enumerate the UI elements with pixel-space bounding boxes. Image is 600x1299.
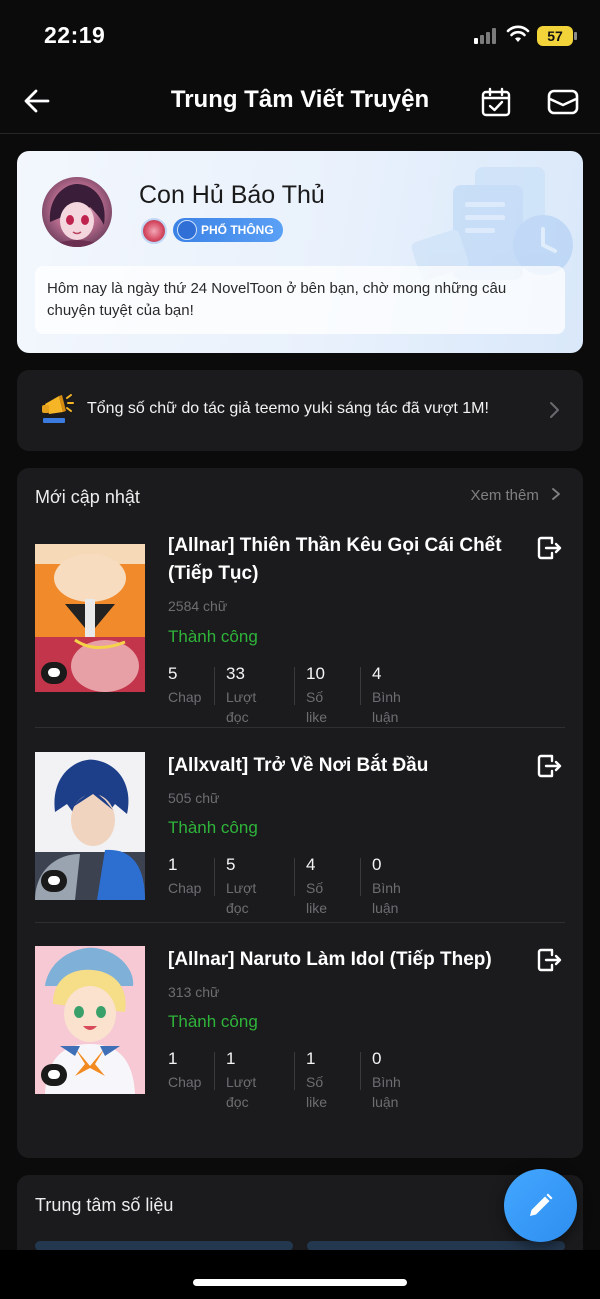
author-profile-card[interactable]: Con Hủ Báo Thủ PHỔ THÔNG Hôm nay là ngày… <box>17 151 583 353</box>
see-more-label: Xem thêm <box>470 487 539 504</box>
stat-divider <box>360 1052 361 1090</box>
pencil-icon <box>530 1193 553 1216</box>
story-cover-image[interactable] <box>35 544 145 692</box>
stat-value: 1 <box>226 1049 236 1068</box>
megaphone-icon <box>42 394 74 423</box>
stat-value: 1 <box>168 855 178 874</box>
nav-bar: Trung Tâm Viết Truyện <box>0 72 600 134</box>
stat-reads: 1 Lượt đọc <box>226 1048 256 1110</box>
stat-label: Chap <box>168 880 202 896</box>
stat-label: Lượt đọc <box>226 1074 257 1110</box>
story-word-count: 2584 chữ <box>168 598 228 614</box>
exit-door-icon[interactable] <box>535 534 563 562</box>
stat-label: Số like <box>306 880 328 916</box>
story-cover-image[interactable] <box>35 752 145 900</box>
stat-label: Lượt đọc <box>226 689 257 725</box>
level-badge-label: PHỔ THÔNG <box>201 223 274 237</box>
wifi-icon <box>506 25 530 42</box>
stat-label: Số like <box>306 1074 328 1110</box>
stat-label: Lượt đọc <box>226 880 257 916</box>
stat-label: Bình luận <box>372 1074 401 1110</box>
write-story-button[interactable] <box>504 1169 577 1242</box>
story-cover-image[interactable] <box>35 946 145 1094</box>
calendar-check-icon[interactable] <box>480 86 512 118</box>
bottom-safe-area <box>0 1250 600 1299</box>
announcement-banner[interactable]: Tổng số chữ do tác giả teemo yuki sáng t… <box>17 370 583 451</box>
stat-value: 0 <box>372 1049 382 1068</box>
stat-likes: 4 Số like <box>306 854 327 916</box>
stat-value: 4 <box>306 855 316 874</box>
stat-chapters: 1 Chap <box>168 1048 201 1092</box>
see-more-link[interactable]: Xem thêm <box>470 487 561 504</box>
stat-divider <box>294 858 295 896</box>
story-title[interactable]: [Allnar] Thiên Thần Kêu Gọi Cái Chết (Ti… <box>168 532 528 588</box>
status-time: 22:19 <box>44 22 106 48</box>
stat-label: Bình luận <box>372 689 401 725</box>
greeting-message: Hôm nay là ngày thứ 24 NovelToon ở bên b… <box>35 266 565 334</box>
stat-value: 4 <box>372 664 382 683</box>
stat-divider <box>360 667 361 705</box>
stat-divider <box>294 1052 295 1090</box>
story-word-count: 505 chữ <box>168 790 220 806</box>
author-name: Con Hủ Báo Thủ <box>139 181 325 209</box>
stat-value: 1 <box>306 1049 316 1068</box>
stat-value: 0 <box>372 855 382 874</box>
story-item[interactable]: [Allnar] Thiên Thần Kêu Gọi Cái Chết (Ti… <box>17 534 583 728</box>
author-medal-icon <box>141 218 167 244</box>
stat-chapters: 5 Chap <box>168 663 201 707</box>
level-badge: PHỔ THÔNG <box>173 218 283 242</box>
stat-likes: 1 Số like <box>306 1048 327 1110</box>
stat-divider <box>214 1052 215 1090</box>
story-item[interactable]: [Allxvalt] Trở Về Nơi Bắt Đầu 505 chữ Th… <box>17 752 583 944</box>
status-bar: 22:19 57 <box>0 0 600 72</box>
story-status: Thành công <box>168 818 258 837</box>
stat-divider <box>214 858 215 896</box>
divider <box>35 922 565 923</box>
stat-value: 5 <box>226 855 236 874</box>
battery-indicator: 57 <box>537 26 577 46</box>
avatar[interactable] <box>42 177 112 247</box>
chat-bubble-icon <box>41 1064 67 1086</box>
stat-comments: 0 Bình luận <box>372 1048 401 1110</box>
story-word-count: 313 chữ <box>168 984 220 1000</box>
stat-comments: 0 Bình luận <box>372 854 401 916</box>
stat-reads: 33 Lượt đọc <box>226 663 256 725</box>
mail-icon[interactable] <box>546 86 580 118</box>
stat-value: 33 <box>226 664 245 683</box>
stat-label: Chap <box>168 1074 202 1090</box>
stat-label: Số like <box>306 689 328 725</box>
story-status: Thành công <box>168 627 258 646</box>
section-title: Trung tâm số liệu <box>35 1195 174 1215</box>
stat-divider <box>214 667 215 705</box>
stat-label: Bình luận <box>372 880 401 916</box>
stat-value: 5 <box>168 664 178 683</box>
stat-likes: 10 Số like <box>306 663 327 725</box>
stat-comments: 4 Bình luận <box>372 663 401 725</box>
home-indicator[interactable] <box>193 1279 407 1286</box>
stat-chapters: 1 Chap <box>168 854 201 898</box>
stat-divider <box>360 858 361 896</box>
chevron-right-icon <box>550 402 559 418</box>
story-title[interactable]: [Allnar] Naruto Làm Idol (Tiếp Thep) <box>168 946 528 974</box>
announcement-text: Tổng số chữ do tác giả teemo yuki sáng t… <box>87 400 489 417</box>
story-item[interactable]: [Allnar] Naruto Làm Idol (Tiếp Thep) 313… <box>17 946 583 1138</box>
chat-bubble-icon <box>41 662 67 684</box>
recent-updates-section: Mới cập nhật Xem thêm [Allnar] Thiên Thầ… <box>17 468 583 1158</box>
divider <box>35 727 565 728</box>
exit-door-icon[interactable] <box>535 946 563 974</box>
story-title[interactable]: [Allxvalt] Trở Về Nơi Bắt Đầu <box>168 752 528 780</box>
diamond-icon <box>177 220 197 240</box>
stat-divider <box>294 667 295 705</box>
stat-value: 10 <box>306 664 325 683</box>
avatar-illustration <box>49 183 105 247</box>
story-status: Thành công <box>168 1012 258 1031</box>
chat-bubble-icon <box>41 870 67 892</box>
exit-door-icon[interactable] <box>535 752 563 780</box>
stat-label: Chap <box>168 689 202 705</box>
stat-reads: 5 Lượt đọc <box>226 854 256 916</box>
cellular-signal-icon <box>474 28 500 44</box>
chevron-right-icon <box>552 488 560 500</box>
stat-value: 1 <box>168 1049 178 1068</box>
section-title: Mới cập nhật <box>35 487 140 507</box>
